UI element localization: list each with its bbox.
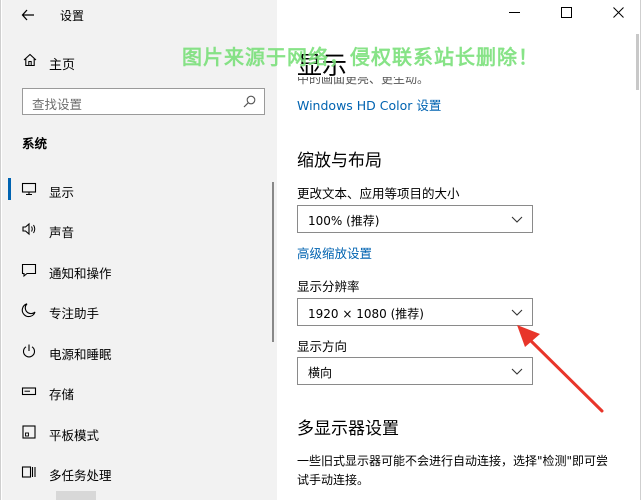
power-icon: [22, 344, 36, 358]
scale-label: 更改文本、应用等项目的大小: [297, 186, 460, 201]
watermark-text: 图片来源于网络，侵权联系站长删除！: [182, 45, 539, 69]
truncated-description: 中的画面更亮、更生动。: [297, 77, 430, 85]
scale-dropdown[interactable]: 100% (推荐): [297, 205, 533, 233]
sidebar-item-display[interactable]: 显示: [2, 172, 277, 208]
scale-layout-heading: 缩放与布局: [297, 151, 382, 171]
speaker-icon: [22, 222, 36, 236]
orientation-label: 显示方向: [297, 339, 348, 354]
sidebar-item-label: 电源和睡眠: [49, 347, 112, 362]
sidebar-item-label: 声音: [49, 225, 75, 240]
sidebar-item-label: 平板模式: [49, 428, 100, 443]
minimize-icon: [508, 12, 520, 13]
sidebar-item-notifications[interactable]: 通知和操作: [2, 253, 277, 289]
search-icon: [243, 95, 256, 108]
sidebar-home-label: 主页: [49, 58, 76, 73]
sidebar-section-system: 系统: [22, 136, 48, 151]
sidebar-item-storage[interactable]: 存储: [2, 374, 277, 410]
multitask-icon: [21, 466, 36, 478]
sidebar-item-multitasking[interactable]: 多任务处理: [2, 455, 277, 491]
minimize-button[interactable]: [491, 0, 537, 30]
home-icon: [23, 53, 37, 67]
orientation-dropdown[interactable]: 横向: [297, 357, 533, 385]
tablet-icon: [22, 425, 36, 439]
chevron-down-icon: [511, 216, 523, 223]
sidebar-item-power-sleep[interactable]: 电源和睡眠: [2, 334, 277, 370]
app-title: 设置: [60, 9, 85, 23]
resolution-label: 显示分辨率: [297, 279, 360, 294]
close-button[interactable]: [595, 0, 640, 30]
multiple-displays-heading: 多显示器设置: [297, 419, 399, 439]
maximize-button[interactable]: [543, 0, 589, 30]
search-input[interactable]: 查找设置: [22, 88, 265, 115]
content-scrollbar[interactable]: [636, 34, 639, 90]
bottom-scroll-thumb: [56, 491, 96, 500]
close-icon: [612, 7, 624, 18]
sidebar-item-label: 专注助手: [49, 306, 100, 321]
hd-color-settings-link[interactable]: Windows HD Color 设置: [297, 95, 441, 114]
active-indicator: [8, 178, 11, 200]
main-content: 显示 中的画面更亮、更生动。 Windows HD Color 设置 缩放与布局…: [277, 0, 640, 500]
sidebar-item-label: 多任务处理: [49, 468, 112, 483]
orientation-value: 横向: [308, 366, 333, 380]
monitor-icon: [21, 182, 37, 196]
chevron-down-icon: [511, 309, 523, 316]
sidebar-item-label: 通知和操作: [49, 266, 112, 281]
sidebar-item-focus-assist[interactable]: 专注助手: [2, 293, 277, 329]
advanced-scaling-link[interactable]: 高级缩放设置: [297, 243, 372, 262]
sidebar-item-sound[interactable]: 声音: [2, 212, 277, 248]
multiple-displays-description: 一些旧式显示器可能不会进行自动连接，选择"检测"即可尝试手动连接。: [297, 454, 609, 487]
sidebar: 设置 主页 查找设置 系统 显示 声音 通知和操作 专注助手 电源和睡眠 存储 …: [2, 0, 277, 500]
back-arrow-icon: [21, 9, 34, 21]
resolution-dropdown[interactable]: 1920 × 1080 (推荐): [297, 298, 533, 326]
settings-window: 设置 主页 查找设置 系统 显示 声音 通知和操作 专注助手 电源和睡眠 存储 …: [0, 0, 641, 500]
maximize-icon: [560, 7, 572, 18]
notification-icon: [21, 263, 37, 278]
back-button[interactable]: [18, 5, 38, 25]
sidebar-item-label: 存储: [49, 387, 75, 402]
chevron-down-icon: [511, 368, 523, 375]
storage-icon: [21, 387, 37, 396]
sidebar-item-tablet-mode[interactable]: 平板模式: [2, 415, 277, 451]
window-controls: [491, 0, 640, 30]
title-bar: 设置: [2, 0, 277, 30]
sidebar-item-label: 显示: [49, 185, 75, 200]
sidebar-scrollbar[interactable]: [272, 182, 274, 342]
moon-icon: [21, 303, 36, 318]
scale-value: 100% (推荐): [308, 214, 380, 228]
resolution-value: 1920 × 1080 (推荐): [308, 307, 424, 321]
search-placeholder: 查找设置: [32, 97, 83, 112]
